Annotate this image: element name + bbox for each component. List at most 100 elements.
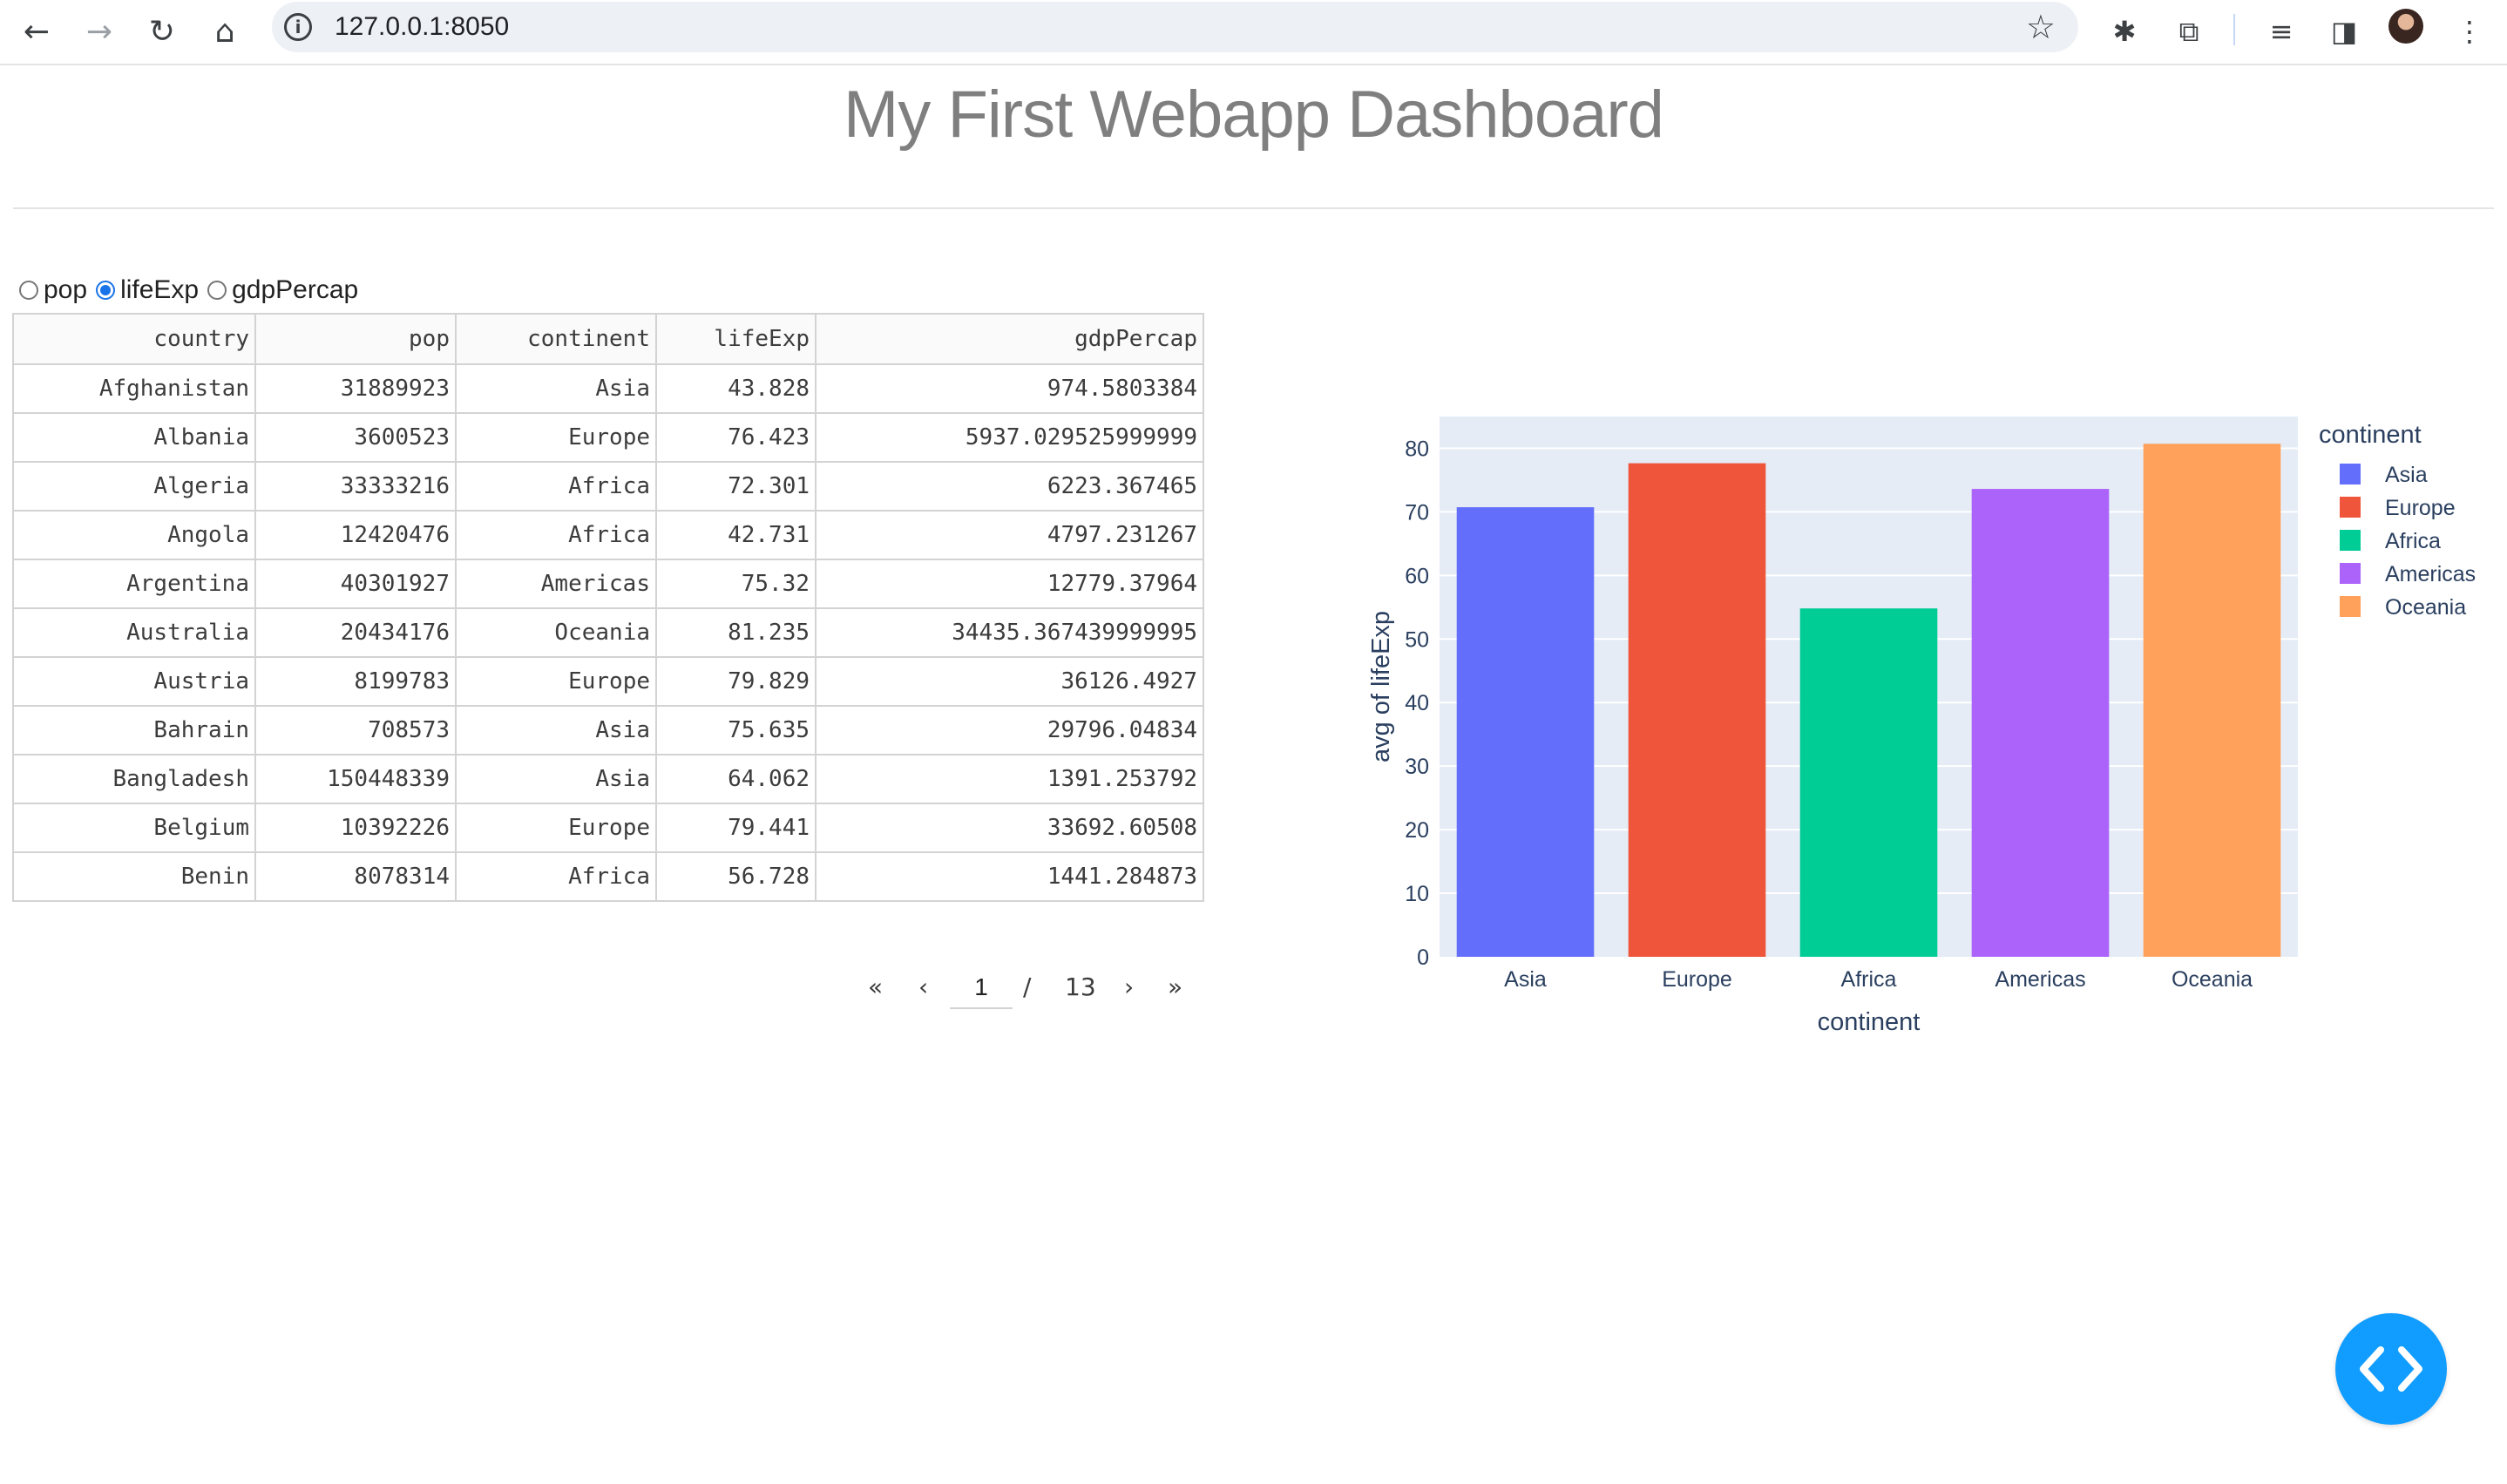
table-cell-country[interactable]: Angola [12, 510, 256, 560]
radio-label[interactable]: lifeExp [120, 275, 199, 305]
table-cell-continent[interactable]: Americas [455, 559, 657, 609]
y-tick-label: 80 [1405, 437, 1429, 461]
table-cell-continent[interactable]: Oceania [455, 607, 657, 658]
y-tick-label: 40 [1405, 691, 1429, 715]
table-cell-pop[interactable]: 10392226 [254, 803, 457, 853]
code-brackets-icon[interactable] [2335, 1313, 2447, 1425]
table-cell-lifeexp[interactable]: 79.441 [655, 803, 816, 853]
back-icon[interactable]: ← [12, 7, 61, 56]
y-tick-label: 30 [1405, 755, 1429, 779]
table-cell-country[interactable]: Bangladesh [12, 754, 256, 804]
table-cell-pop[interactable]: 12420476 [254, 510, 457, 560]
radio-option-gdppercap[interactable]: gdpPercap [207, 275, 358, 305]
table-cell-lifeexp[interactable]: 72.301 [655, 461, 816, 512]
table-cell-continent[interactable]: Africa [455, 510, 657, 560]
table-cell-lifeexp[interactable]: 42.731 [655, 510, 816, 560]
radio-button[interactable] [19, 281, 38, 300]
table-cell-gdppercap[interactable]: 34435.367439999995 [815, 607, 1204, 658]
table-cell-gdppercap[interactable]: 12779.37964 [815, 559, 1204, 609]
table-cell-lifeexp[interactable]: 56.728 [655, 851, 816, 902]
table-cell-pop[interactable]: 3600523 [254, 412, 457, 463]
x-tick-label: Oceania [2172, 967, 2253, 992]
last-page-button[interactable]: » [1168, 972, 1182, 1001]
table-cell-lifeexp[interactable]: 79.829 [655, 656, 816, 707]
toolbar-separator [2233, 14, 2235, 45]
table-cell-country[interactable]: Bahrain [12, 705, 256, 756]
y-tick-label: 70 [1405, 500, 1429, 525]
table-cell-pop[interactable]: 8078314 [254, 851, 457, 902]
table-cell-country[interactable]: Belgium [12, 803, 256, 853]
table-cell-gdppercap[interactable]: 36126.4927 [815, 656, 1204, 707]
table-cell-continent[interactable]: Europe [455, 803, 657, 853]
radio-label[interactable]: pop [44, 275, 87, 305]
radio-button[interactable] [207, 281, 227, 300]
page-title: My First Webapp Dashboard [844, 78, 1664, 152]
table-cell-gdppercap[interactable]: 1391.253792 [815, 754, 1204, 804]
table-cell-country[interactable]: Benin [12, 851, 256, 902]
column-header-gdppercap[interactable]: gdpPercap [815, 313, 1204, 365]
column-header-lifeexp[interactable]: lifeExp [655, 313, 816, 365]
radio-button-selected[interactable] [96, 281, 116, 300]
address-bar[interactable]: i 127.0.0.1:8050 ☆ [272, 2, 2078, 52]
table-cell-continent[interactable]: Europe [455, 412, 657, 463]
bar-chart: 0 10 20 30 40 50 60 70 80 Asia Europe Africa America… [1342, 383, 2507, 1063]
table-cell-gdppercap[interactable]: 6223.367465 [815, 461, 1204, 512]
radio-label[interactable]: gdpPercap [232, 275, 358, 305]
table-cell-lifeexp[interactable]: 76.423 [655, 412, 816, 463]
column-header-pop[interactable]: pop [254, 313, 457, 365]
radio-option-pop[interactable]: pop [19, 275, 87, 305]
extension-bug-icon[interactable]: ✱ [2100, 7, 2149, 56]
table-cell-gdppercap[interactable]: 974.5803384 [815, 363, 1204, 414]
table-cell-pop[interactable]: 8199783 [254, 656, 457, 707]
table-cell-gdppercap[interactable]: 5937.029525999999 [815, 412, 1204, 463]
url-text[interactable]: 127.0.0.1:8050 [335, 12, 509, 42]
home-icon[interactable]: ⌂ [200, 7, 249, 56]
table-cell-gdppercap[interactable]: 33692.60508 [815, 803, 1204, 853]
bookmark-star-icon[interactable]: ☆ [2026, 8, 2056, 46]
table-cell-country[interactable]: Algeria [12, 461, 256, 512]
previous-page-button[interactable]: ‹ [918, 972, 928, 1001]
next-page-button[interactable]: › [1124, 972, 1134, 1001]
media-controls-icon[interactable]: ≡ [2257, 7, 2306, 56]
table-cell-pop[interactable]: 150448339 [254, 754, 457, 804]
table-cell-lifeexp[interactable]: 75.32 [655, 559, 816, 609]
table-cell-country[interactable]: Afghanistan [12, 363, 256, 414]
profile-avatar[interactable] [2388, 9, 2423, 44]
table-cell-pop[interactable]: 31889923 [254, 363, 457, 414]
column-header-country[interactable]: country [12, 313, 256, 365]
table-cell-continent[interactable]: Europe [455, 656, 657, 707]
table-cell-lifeexp[interactable]: 75.635 [655, 705, 816, 756]
y-tick-label: 10 [1405, 882, 1429, 906]
site-info-icon[interactable]: i [284, 13, 312, 41]
column-header-continent[interactable]: continent [455, 313, 657, 365]
table-row: Argentina 40301927 Americas 75.32 12779.3796… [12, 559, 1204, 609]
radio-option-lifeexp[interactable]: lifeExp [96, 275, 199, 305]
table-cell-lifeexp[interactable]: 64.062 [655, 754, 816, 804]
table-cell-continent[interactable]: Africa [455, 851, 657, 902]
table-cell-gdppercap[interactable]: 4797.231267 [815, 510, 1204, 560]
first-page-button[interactable]: « [868, 972, 883, 1001]
table-cell-continent[interactable]: Asia [455, 754, 657, 804]
table-cell-pop[interactable]: 708573 [254, 705, 457, 756]
table-cell-continent[interactable]: Asia [455, 705, 657, 756]
menu-dots-icon[interactable]: ⋮ [2445, 7, 2494, 56]
extensions-puzzle-icon[interactable]: ⧉ [2165, 7, 2213, 56]
table-cell-gdppercap[interactable]: 29796.04834 [815, 705, 1204, 756]
reload-icon[interactable]: ↻ [138, 7, 186, 56]
table-cell-gdppercap[interactable]: 1441.284873 [815, 851, 1204, 902]
table-cell-lifeexp[interactable]: 81.235 [655, 607, 816, 658]
table-cell-country[interactable]: Australia [12, 607, 256, 658]
table-cell-pop[interactable]: 33333216 [254, 461, 457, 512]
forward-icon[interactable]: → [75, 7, 124, 56]
table-row: Bangladesh 150448339 Asia 64.062 1391.253792 [12, 754, 1204, 804]
table-cell-country[interactable]: Albania [12, 412, 256, 463]
table-cell-continent[interactable]: Asia [455, 363, 657, 414]
table-cell-country[interactable]: Argentina [12, 559, 256, 609]
side-panel-icon[interactable]: ◨ [2320, 7, 2368, 56]
table-cell-country[interactable]: Austria [12, 656, 256, 707]
table-cell-continent[interactable]: Africa [455, 461, 657, 512]
current-page-input[interactable] [950, 967, 1013, 1009]
table-cell-lifeexp[interactable]: 43.828 [655, 363, 816, 414]
table-cell-pop[interactable]: 40301927 [254, 559, 457, 609]
table-cell-pop[interactable]: 20434176 [254, 607, 457, 658]
